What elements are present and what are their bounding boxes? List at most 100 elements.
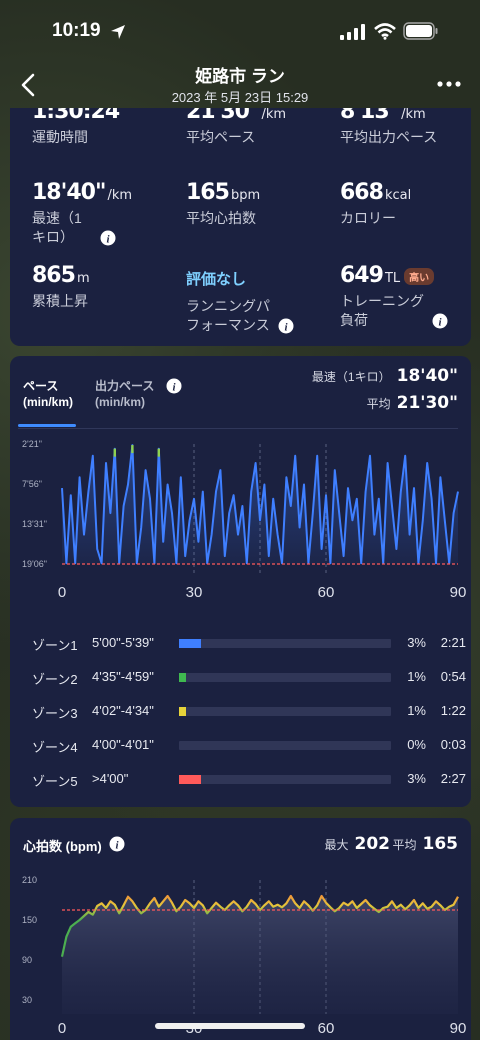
stat-avg-pace-label: 平均ペース xyxy=(186,129,256,145)
stat-calories: 668 kcal カロリー xyxy=(340,180,411,228)
location-arrow-icon xyxy=(111,25,125,39)
training-load-badge: 高い xyxy=(404,267,435,285)
more-options-icon[interactable] xyxy=(436,80,462,88)
stat-running-performance-value: 評価なし xyxy=(186,271,247,288)
zone-time: 0:03 xyxy=(440,737,466,752)
hr-y-tick: 90 xyxy=(22,955,32,965)
stat-calories-unit: kcal xyxy=(384,188,412,203)
zone-time: 2:27 xyxy=(440,771,466,786)
stat-avg-heart-rate-value: 165 xyxy=(186,180,230,205)
tab-power-pace[interactable]: 出力ペース (min/km) xyxy=(95,378,154,410)
stat-running-performance-label-2: フォーマンス xyxy=(186,317,270,333)
fastest-km-label: 最速（1キロ） xyxy=(311,370,391,384)
stat-fastest-value: 18'40" xyxy=(32,180,106,205)
zone-bar xyxy=(179,741,391,750)
zone-percent: 3% xyxy=(407,635,426,650)
stat-running-performance-label-1: ランニングパ xyxy=(186,298,270,314)
hr-x-tick: 60 xyxy=(318,1020,335,1037)
zone-name: ゾーン3 xyxy=(32,706,78,721)
info-icon[interactable]: i xyxy=(278,318,294,334)
heart-rate-chart: 21015090300306090 xyxy=(22,875,466,1037)
tab-power-pace-unit: (min/km) xyxy=(95,395,146,409)
tab-power-pace-label: 出力ペース xyxy=(95,379,155,393)
stat-elevation-gain-label: 累積上昇 xyxy=(32,293,88,309)
stat-training-load-value: 649 xyxy=(340,263,384,288)
hr-area xyxy=(62,896,458,1014)
stat-elevation-gain-value: 865 xyxy=(32,263,76,288)
stat-fastest-unit: /km xyxy=(107,188,133,203)
zone-time: 2:21 xyxy=(440,635,466,650)
stat-training-load-unit: TL xyxy=(384,271,401,286)
stat-elevation-gain: 865 m 累積上昇 xyxy=(32,263,90,311)
zone-range: 5'00"-5'39" xyxy=(92,635,154,650)
active-tab-indicator xyxy=(18,424,76,427)
zone-row: ゾーン5 >4'00" 3% 2:27 xyxy=(32,769,468,789)
stat-fastest: 18'40"/km 最速（1 キロ） i xyxy=(32,180,132,247)
zone-bar xyxy=(179,707,391,716)
hr-avg-label: 平均 xyxy=(392,838,417,852)
pace-y-tick: 7'56" xyxy=(22,479,42,489)
stat-training-load-label-1: トレーニング xyxy=(340,293,424,309)
stat-avg-power-pace-label: 平均出力ペース xyxy=(340,129,438,145)
stat-avg-pace-value: 21'30" xyxy=(186,108,260,124)
pace-x-tick: 60 xyxy=(318,584,335,601)
stat-fastest-label-2: キロ） xyxy=(32,229,74,245)
pace-y-tick: 2'21" xyxy=(22,439,42,449)
zone-time: 0:54 xyxy=(440,669,466,684)
hr-avg-value: 165 xyxy=(422,834,459,854)
zone-name: ゾーン2 xyxy=(32,672,78,687)
stat-training-load: 649 TL 高い トレーニング 負荷 i xyxy=(340,263,468,330)
stat-duration-value: 1:30:24 xyxy=(32,108,120,124)
zone-name: ゾーン5 xyxy=(32,774,78,789)
stat-elevation-gain-unit: m xyxy=(76,271,90,286)
zone-range: 4'35"-4'59" xyxy=(92,669,154,684)
hr-max-stat: 最大 202 xyxy=(324,834,390,854)
page-subtitle: 2023 年 5月 23日 15:29 xyxy=(171,90,309,105)
cellular-signal-icon xyxy=(340,24,365,40)
info-icon[interactable]: i xyxy=(432,313,448,329)
hr-max-label: 最大 xyxy=(324,838,349,852)
hr-y-tick: 150 xyxy=(22,915,37,925)
stat-running-performance: 評価なし ランニングパ フォーマンス i xyxy=(186,263,294,335)
stat-duration: 1:30:24 運動時間 xyxy=(32,108,120,147)
zone-bar-fill xyxy=(179,775,201,784)
stat-calories-label: カロリー xyxy=(340,210,396,226)
stat-calories-value: 668 xyxy=(340,180,384,205)
zone-row: ゾーン4 4'00"-4'01" 0% 0:03 xyxy=(32,735,468,755)
stat-avg-power-pace-value: 8'13" xyxy=(340,108,400,124)
zone-row: ゾーン2 4'35"-4'59" 1% 0:54 xyxy=(32,667,468,687)
pace-y-tick: 19'06" xyxy=(22,559,47,569)
stat-avg-heart-rate-label: 平均心拍数 xyxy=(186,210,256,226)
zone-name: ゾーン4 xyxy=(32,740,78,755)
info-icon[interactable]: i xyxy=(109,836,125,852)
zone-bar-fill xyxy=(179,707,187,716)
zone-percent: 3% xyxy=(407,771,426,786)
pace-x-tick: 90 xyxy=(450,584,467,601)
stat-avg-pace-unit: /km xyxy=(261,108,287,122)
page-title: 姫路市 ラン xyxy=(195,67,285,86)
zone-time: 1:22 xyxy=(440,703,466,718)
pace-chart: 2'21" 7'56" 13'31" 19'06" 0 30 60 90 xyxy=(22,439,467,601)
zone-bar-fill xyxy=(179,673,187,682)
info-icon[interactable]: i xyxy=(166,378,182,394)
heart-rate-title: 心拍数 (bpm) xyxy=(23,839,102,854)
summary-stats-card: 1:30:24 運動時間 21'30"/km 平均ペース 8'13"/km 平均… xyxy=(10,108,471,346)
tab-pace[interactable]: ペース (min/km) xyxy=(23,378,73,410)
stat-avg-power-pace: 8'13"/km 平均出力ペース xyxy=(340,108,437,147)
zone-row: ゾーン3 4'02"-4'34" 1% 1:22 xyxy=(32,701,468,721)
home-indicator[interactable] xyxy=(155,1023,305,1029)
stat-duration-label: 運動時間 xyxy=(32,129,88,145)
hr-max-value: 202 xyxy=(354,834,391,854)
hr-avg-stat: 平均 165 xyxy=(392,834,458,854)
hr-y-tick: 210 xyxy=(22,875,37,885)
pace-x-tick: 0 xyxy=(58,584,66,601)
zone-range: >4'00" xyxy=(92,771,129,786)
average-pace-label: 平均 xyxy=(366,397,391,411)
zone-bar xyxy=(179,775,391,784)
info-icon[interactable]: i xyxy=(100,230,116,246)
status-bar: 10:19 xyxy=(0,0,480,60)
stat-avg-pace: 21'30"/km 平均ペース xyxy=(186,108,286,147)
tab-divider xyxy=(18,428,458,429)
pace-x-tick: 30 xyxy=(186,584,203,601)
wifi-icon xyxy=(374,23,396,40)
